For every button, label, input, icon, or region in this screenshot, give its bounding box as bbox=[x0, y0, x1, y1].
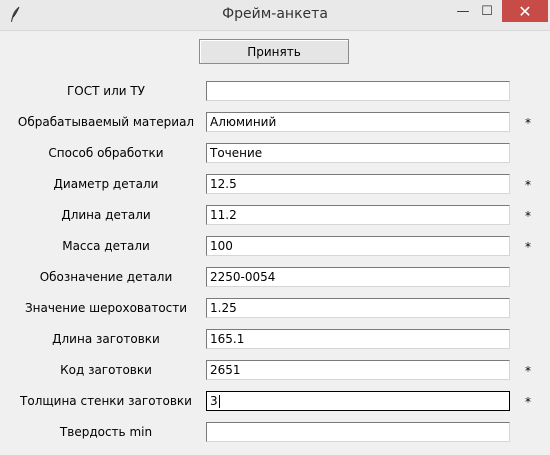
accept-button[interactable]: Принять bbox=[199, 39, 349, 64]
field-input[interactable] bbox=[206, 81, 510, 101]
field-input[interactable]: 3 bbox=[206, 391, 510, 411]
field-input[interactable]: Алюминий bbox=[206, 112, 510, 132]
required-marker: * bbox=[525, 240, 531, 254]
form-row: Длина заготовки 165.1 bbox=[0, 329, 550, 351]
form-row: Способ обработки Точение bbox=[0, 143, 550, 165]
text-caret bbox=[218, 395, 220, 408]
title-bar: Фрейм-анкета — ☐ ✕ bbox=[0, 0, 550, 31]
field-value: 165.1 bbox=[210, 332, 245, 346]
app-window: Фрейм-анкета — ☐ ✕ Принять ГОСТ или ТУ Об… bbox=[0, 0, 550, 455]
field-value: Точение bbox=[210, 146, 263, 160]
field-input[interactable]: 1.25 bbox=[206, 298, 510, 318]
form-row: Твердость min bbox=[0, 422, 550, 444]
field-value: 11.2 bbox=[210, 208, 237, 222]
field-value: 12.5 bbox=[210, 177, 237, 191]
field-input[interactable]: 11.2 bbox=[206, 205, 510, 225]
field-value: 2651 bbox=[210, 363, 241, 377]
field-label: Способ обработки bbox=[48, 146, 164, 160]
field-label: Значение шероховатости bbox=[24, 301, 188, 315]
field-label: Масса детали bbox=[62, 239, 150, 253]
field-label: Обрабатываемый материал bbox=[17, 115, 195, 129]
form-row: Диаметр детали 12.5 * bbox=[0, 174, 550, 196]
form-row: ГОСТ или ТУ bbox=[0, 81, 550, 103]
maximize-button[interactable]: ☐ bbox=[476, 0, 498, 22]
field-value: 3 bbox=[210, 394, 218, 408]
field-label: Толщина стенки заготовки bbox=[20, 394, 192, 408]
field-input[interactable]: 100 bbox=[206, 236, 510, 256]
form-row: Масса детали 100 * bbox=[0, 236, 550, 258]
field-label: Длина детали bbox=[61, 208, 151, 222]
close-button[interactable]: ✕ bbox=[502, 0, 548, 22]
form-row: Значение шероховатости 1.25 bbox=[0, 298, 550, 320]
field-value: Алюминий bbox=[210, 115, 277, 129]
form-row: Обрабатываемый материал Алюминий * bbox=[0, 112, 550, 134]
field-input[interactable]: 12.5 bbox=[206, 174, 510, 194]
field-label: ГОСТ или ТУ bbox=[66, 84, 145, 98]
field-label: Обозначение детали bbox=[39, 270, 173, 284]
field-label: Код заготовки bbox=[60, 363, 152, 377]
form-row: Толщина стенки заготовки 3 * bbox=[0, 391, 550, 413]
field-input[interactable] bbox=[206, 422, 510, 442]
field-label: Длина заготовки bbox=[52, 332, 160, 346]
minimize-button[interactable]: — bbox=[452, 0, 474, 22]
field-value: 1.25 bbox=[210, 301, 237, 315]
required-marker: * bbox=[525, 209, 531, 223]
field-input[interactable]: 2651 bbox=[206, 360, 510, 380]
field-value: 100 bbox=[210, 239, 233, 253]
field-input[interactable]: 165.1 bbox=[206, 329, 510, 349]
required-marker: * bbox=[525, 116, 531, 130]
form-row: Обозначение детали 2250-0054 bbox=[0, 267, 550, 289]
field-input[interactable]: Точение bbox=[206, 143, 510, 163]
form-row: Код заготовки 2651 * bbox=[0, 360, 550, 382]
field-value: 2250-0054 bbox=[210, 270, 276, 284]
form-row: Длина детали 11.2 * bbox=[0, 205, 550, 227]
required-marker: * bbox=[525, 178, 531, 192]
required-marker: * bbox=[525, 364, 531, 378]
field-label: Твердость min bbox=[59, 425, 153, 439]
required-marker: * bbox=[525, 395, 531, 409]
field-label: Диаметр детали bbox=[53, 177, 159, 191]
field-input[interactable]: 2250-0054 bbox=[206, 267, 510, 287]
